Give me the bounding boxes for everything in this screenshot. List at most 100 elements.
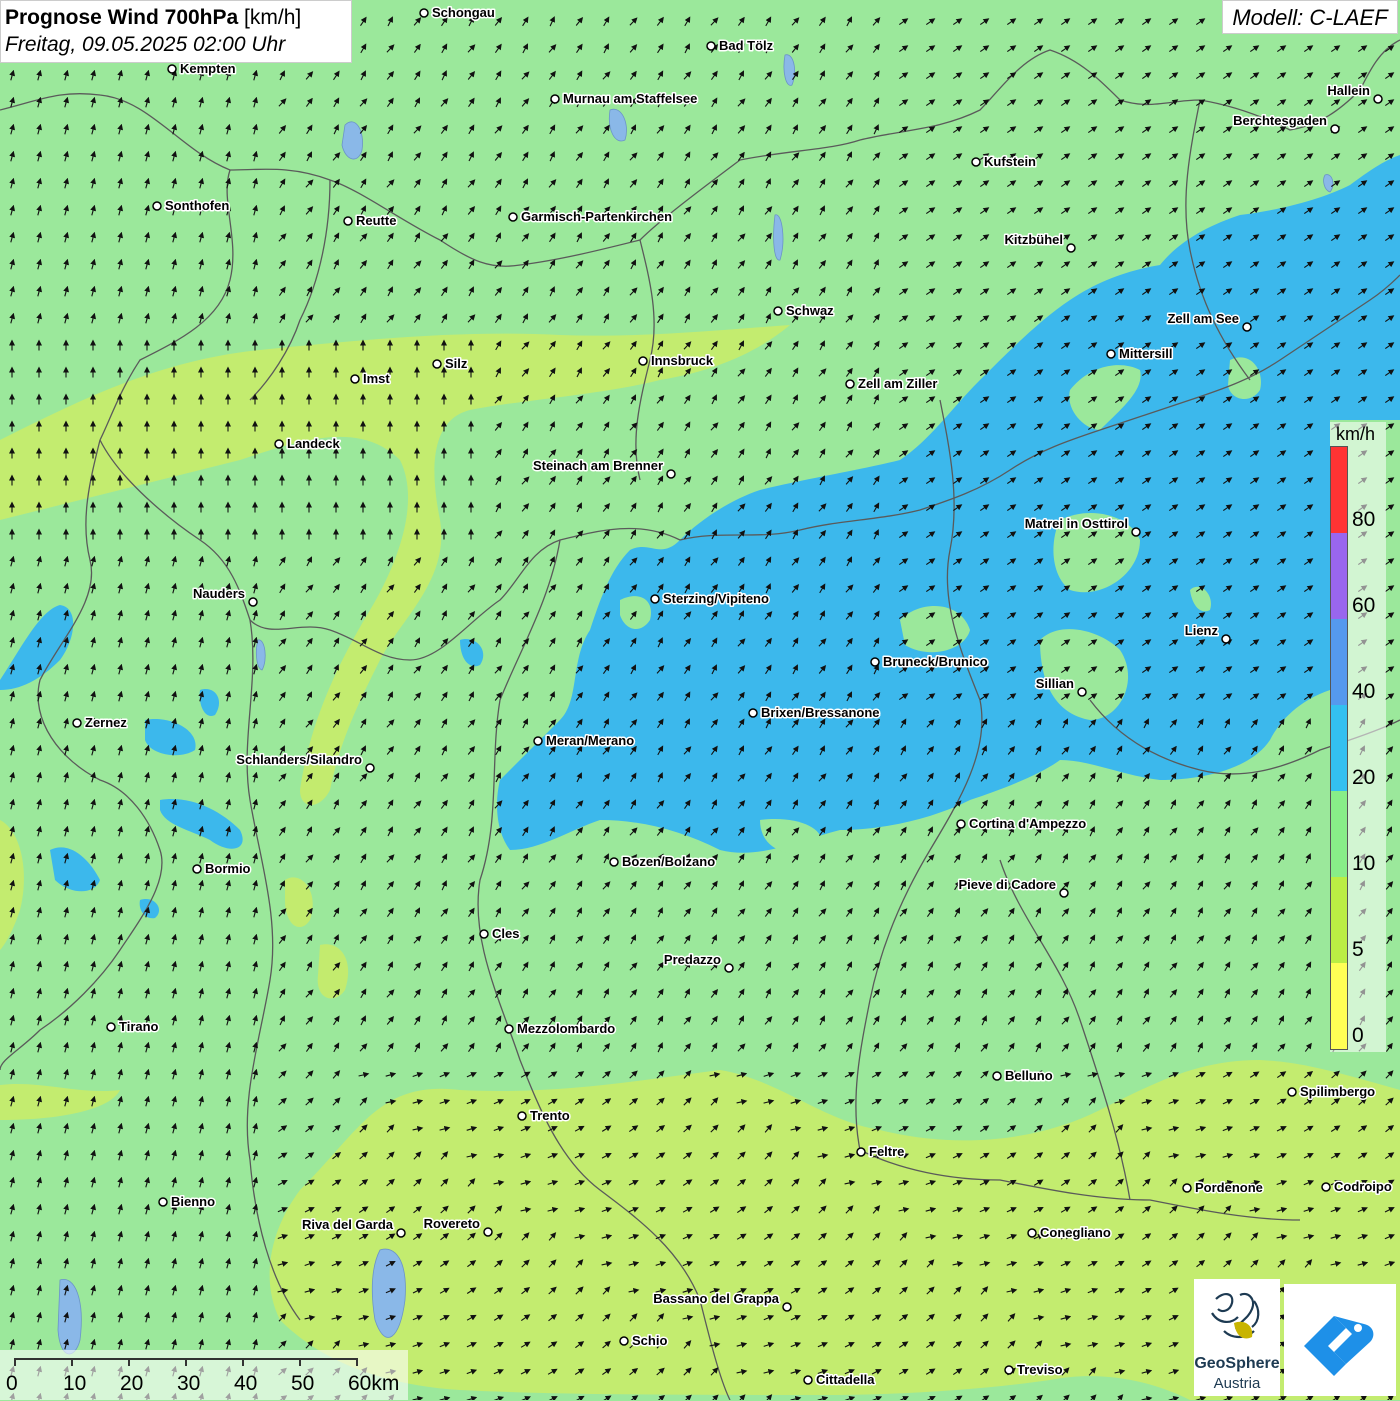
city-label: Kitzbühel <box>1005 232 1064 247</box>
city-marker <box>773 306 783 316</box>
scale-label: 50 <box>291 1372 315 1395</box>
model-label: Modell: C-LAEF <box>1222 0 1398 34</box>
city-label: Zell am Ziller <box>858 376 937 391</box>
city-marker <box>533 736 543 746</box>
city-label: Zernez <box>85 715 127 730</box>
city-label: Kufstein <box>984 154 1036 169</box>
city-label: Nauders <box>193 586 245 601</box>
scale-tick <box>185 1358 187 1366</box>
scale-bar: 0 10 20 30 40 50 60km <box>0 1350 408 1400</box>
city-marker <box>1059 888 1069 898</box>
legend-color-segment <box>1331 619 1347 706</box>
legend-label: 10 <box>1352 852 1376 875</box>
city-marker <box>158 1197 168 1207</box>
legend-color-bar <box>1330 446 1348 1050</box>
city-marker <box>248 597 258 607</box>
legend-color-segment <box>1331 877 1347 964</box>
city-marker <box>396 1228 406 1238</box>
geosphere-logo: GeoSphere Austria <box>1194 1279 1280 1396</box>
scale-tick <box>71 1358 73 1366</box>
scale-label: 10 <box>63 1372 87 1395</box>
title-main: Prognose Wind 700hPa <box>5 6 239 29</box>
city-marker <box>192 864 202 874</box>
city-label: Brixen/Bressanone <box>761 705 880 720</box>
city-label: Silz <box>445 356 468 371</box>
city-label: Bozen/Bolzano <box>622 854 715 869</box>
city-label: Steinach am Brenner <box>533 458 663 473</box>
geosphere-logo-subtext: Austria <box>1213 1375 1261 1392</box>
city-label: Reutte <box>356 213 396 228</box>
city-label: Mittersill <box>1119 346 1172 361</box>
city-marker <box>1221 634 1231 644</box>
city-label: Imst <box>363 371 390 386</box>
city-marker <box>106 1022 116 1032</box>
city-marker <box>666 469 676 479</box>
city-label: Spilimbergo <box>1300 1084 1375 1099</box>
city-marker <box>1287 1087 1297 1097</box>
city-label: Cortina d'Ampezzo <box>969 816 1086 831</box>
city-marker <box>1330 124 1340 134</box>
city-label: Belluno <box>1005 1068 1053 1083</box>
city-label: Bormio <box>205 861 251 876</box>
city-label: Pieve di Cadore <box>958 877 1056 892</box>
weather-app-logo <box>1284 1284 1396 1396</box>
city-label: Rovereto <box>424 1216 480 1231</box>
city-label: Conegliano <box>1040 1225 1111 1240</box>
city-marker <box>274 439 284 449</box>
city-label: Sillian <box>1036 676 1074 691</box>
city-marker <box>1182 1183 1192 1193</box>
city-label: Cles <box>492 926 519 941</box>
city-label: Treviso <box>1017 1362 1063 1377</box>
scale-tick <box>299 1358 301 1366</box>
city-marker <box>956 819 966 829</box>
city-marker <box>365 763 375 773</box>
wind-map: Schongau Bad Tölz Kempten Murnau am Staffel… <box>0 0 1400 1400</box>
city-label: Cittadella <box>816 1372 875 1387</box>
city-label: Murnau am Staffelsee <box>563 91 697 106</box>
city-marker <box>870 657 880 667</box>
city-label: Sonthofen <box>165 198 229 213</box>
title-box: Prognose Wind 700hPa [km/h] Freitag, 09.… <box>0 0 352 63</box>
city-label: Meran/Merano <box>546 733 634 748</box>
city-marker <box>550 94 560 104</box>
city-label: Mezzolombardo <box>517 1021 615 1036</box>
city-label: Kempten <box>180 61 236 76</box>
city-marker <box>350 374 360 384</box>
city-marker <box>1066 243 1076 253</box>
city-marker <box>517 1111 527 1121</box>
city-label: Schwaz <box>786 303 834 318</box>
city-marker <box>1131 527 1141 537</box>
city-marker <box>803 1375 813 1385</box>
city-label: Berchtesgaden <box>1233 113 1327 128</box>
legend-label: 80 <box>1352 508 1376 531</box>
city-marker <box>1106 349 1116 359</box>
city-label: Garmisch-Partenkirchen <box>521 209 672 224</box>
forecast-datetime: Freitag, 09.05.2025 02:00 Uhr <box>5 33 286 56</box>
city-label: Lienz <box>1185 623 1219 638</box>
city-label: Bruneck/Brunico <box>883 654 988 669</box>
city-label: Zell am See <box>1167 311 1239 326</box>
scale-tick <box>128 1358 130 1366</box>
city-label: Schongau <box>432 5 495 20</box>
city-marker <box>1027 1228 1037 1238</box>
legend-label: 5 <box>1352 938 1364 961</box>
city-label: Hallein <box>1327 83 1370 98</box>
city-marker <box>856 1147 866 1157</box>
legend-color-segment <box>1331 447 1347 534</box>
scale-tick <box>242 1358 244 1366</box>
city-marker <box>748 708 758 718</box>
scale-label: 20 <box>120 1372 144 1395</box>
city-marker <box>609 857 619 867</box>
city-marker <box>479 929 489 939</box>
city-marker <box>638 356 648 366</box>
legend-label: 40 <box>1352 680 1376 703</box>
city-marker <box>1242 322 1252 332</box>
city-marker <box>72 718 82 728</box>
city-marker <box>992 1071 1002 1081</box>
legend-label: 20 <box>1352 766 1376 789</box>
city-label: Landeck <box>287 436 341 451</box>
city-label: Tirano <box>119 1019 159 1034</box>
scale-label: 30 <box>177 1372 201 1395</box>
city-marker <box>432 359 442 369</box>
city-marker <box>706 41 716 51</box>
